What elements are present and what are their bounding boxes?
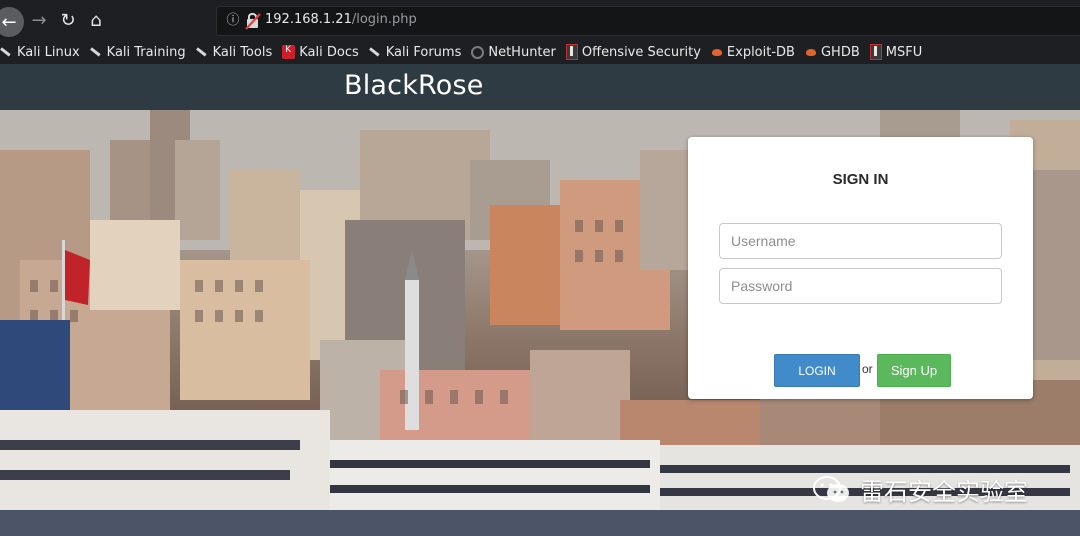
login-card: SIGN IN LOGIN or Sign Up <box>688 137 1033 399</box>
url-text[interactable]: 192.168.1.21/login.php <box>265 12 417 27</box>
username-input[interactable] <box>719 223 1002 259</box>
url-host: 192.168.1.21 <box>265 12 352 27</box>
info-icon[interactable]: ⓘ <box>223 11 243 31</box>
bookmark-kali-training[interactable]: Kali Training <box>90 45 186 60</box>
kali-dragon-icon <box>196 45 209 59</box>
home-icon[interactable]: ⌂ <box>82 6 110 34</box>
wechat-logo-icon <box>812 475 852 505</box>
kali-docs-icon <box>282 45 296 59</box>
wechat-watermark: 雷石安全实验室 <box>812 472 1028 507</box>
offensive-security-icon <box>869 44 882 60</box>
bookmark-label: Kali Tools <box>212 44 273 60</box>
bookmarks-bar: Kali Linux Kali Training Kali Tools Kali… <box>0 40 1080 64</box>
bookmark-label: Kali Training <box>106 44 186 60</box>
reload-icon[interactable]: ↻ <box>54 6 82 34</box>
or-separator: or <box>862 362 873 376</box>
bookmark-label: Exploit-DB <box>726 44 795 60</box>
bookmark-label: Offensive Security <box>581 44 701 60</box>
bookmark-ghdb[interactable]: GHDB <box>805 45 860 60</box>
login-button[interactable]: LOGIN <box>774 354 860 387</box>
bookmark-label: Kali Linux <box>17 44 80 60</box>
bookmark-label: Kali Forums <box>385 44 462 60</box>
back-arrow-icon[interactable]: ← <box>0 7 24 37</box>
bookmark-exploit-db[interactable]: Exploit-DB <box>711 45 795 60</box>
kali-dragon-icon <box>90 45 103 59</box>
signup-button[interactable]: Sign Up <box>877 354 951 387</box>
forward-arrow-icon[interactable]: → <box>25 6 53 34</box>
bookmark-kali-linux[interactable]: Kali Linux <box>0 45 80 60</box>
bookmark-kali-forums[interactable]: Kali Forums <box>369 45 462 60</box>
bookmark-msfu[interactable]: MSFU <box>869 44 923 60</box>
exploit-db-icon <box>711 46 723 58</box>
insecure-lock-icon[interactable] <box>244 11 262 31</box>
browser-navbar: ← → ↻ ⌂ ⓘ 192.168.1.21/login.php <box>0 0 1080 40</box>
bookmark-label: GHDB <box>820 44 860 60</box>
bookmark-kali-docs[interactable]: Kali Docs <box>282 45 359 60</box>
address-bar[interactable]: ⓘ 192.168.1.21/login.php <box>216 6 1080 36</box>
browser-chrome: ← → ↻ ⌂ ⓘ 192.168.1.21/login.php Kali Li… <box>0 0 1080 64</box>
login-title: SIGN IN <box>832 171 889 188</box>
kali-dragon-icon <box>0 45 13 59</box>
bookmark-label: Kali Docs <box>299 44 359 60</box>
offensive-security-icon <box>565 44 578 60</box>
bookmark-label: MSFU <box>885 44 923 60</box>
bookmark-offensive-security[interactable]: Offensive Security <box>565 44 701 60</box>
site-brand[interactable]: BlackRose <box>344 70 484 101</box>
kali-dragon-icon <box>369 45 382 59</box>
password-input[interactable] <box>719 268 1002 304</box>
nethunter-icon <box>471 45 485 59</box>
bookmark-kali-tools[interactable]: Kali Tools <box>196 45 273 60</box>
bookmark-label: NetHunter <box>488 44 556 60</box>
site-header: BlackRose <box>0 64 1080 110</box>
url-path: /login.php <box>351 12 417 27</box>
watermark-text: 雷石安全实验室 <box>860 478 1028 506</box>
bookmark-nethunter[interactable]: NetHunter <box>471 45 556 60</box>
exploit-db-icon <box>805 46 817 58</box>
